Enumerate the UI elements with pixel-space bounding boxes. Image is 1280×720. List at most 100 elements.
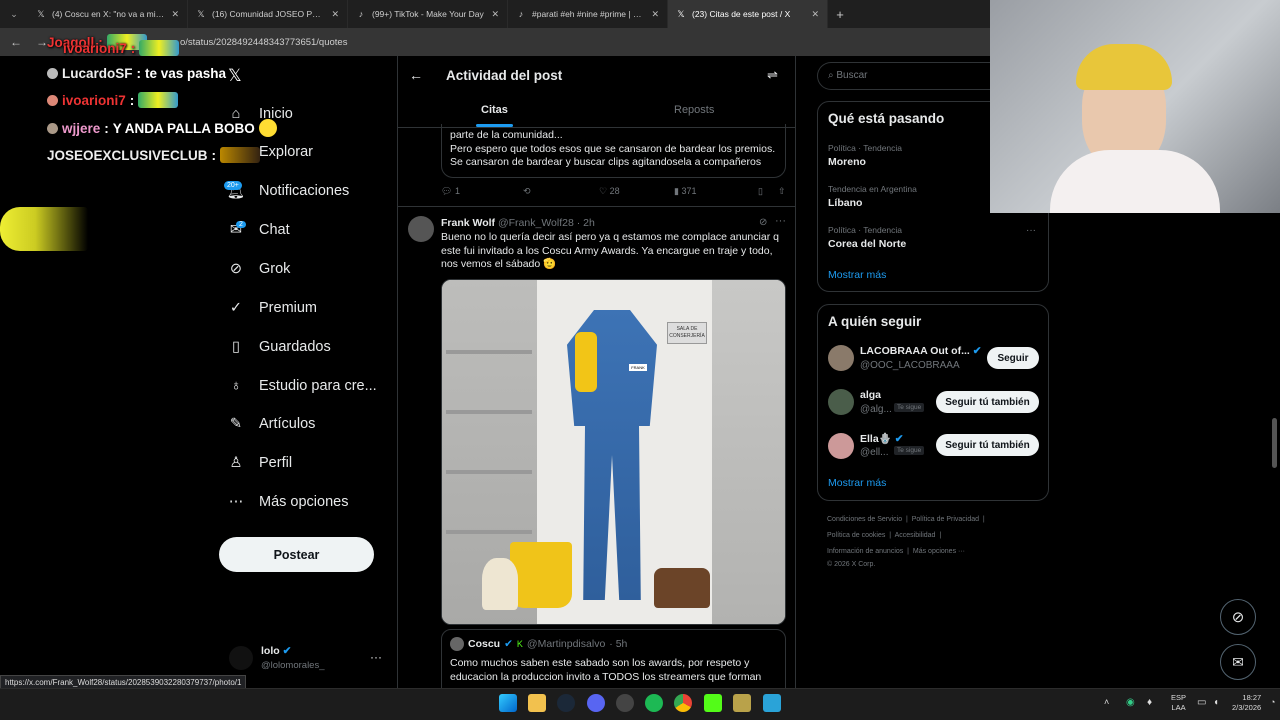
chrome-icon[interactable] — [674, 694, 692, 712]
sidebar-item-guardados[interactable]: ▯ Guardados — [227, 338, 331, 356]
follow-name[interactable]: Ella🪬 ✔ — [860, 432, 904, 445]
trend-item[interactable]: Líbano — [828, 197, 862, 209]
x-logo-icon: 𝕏 — [197, 9, 205, 19]
notepad-icon[interactable] — [763, 694, 781, 712]
trend-item[interactable]: Corea del Norte — [828, 238, 906, 250]
browser-tab[interactable]: ♪ (99+) TikTok - Make Your Day ✕ — [348, 0, 508, 28]
sidebar-item-más-opciones[interactable]: ⋯ Más opciones — [227, 493, 349, 511]
footer-link[interactable]: Información de anuncios — [827, 548, 903, 555]
volume-icon[interactable]: ◖ — [1213, 697, 1219, 708]
steam-icon[interactable] — [557, 694, 575, 712]
app-icon[interactable] — [733, 694, 751, 712]
kick-icon[interactable] — [704, 694, 722, 712]
back-arrow-icon[interactable]: ← — [8, 35, 24, 49]
bookmark-icon: ▯ — [232, 339, 240, 355]
share-button[interactable]: ⇧ — [778, 186, 786, 197]
user-badge-icon — [47, 94, 58, 106]
chevron-up-icon[interactable]: ˄ — [1104, 697, 1109, 707]
studio-icon: ♁ — [230, 378, 242, 394]
url-field[interactable]: o/status/2028492448343773651/quotes — [180, 37, 347, 48]
footer-link[interactable]: Condiciones de Servicio — [827, 516, 902, 523]
follow-name[interactable]: alga — [860, 389, 881, 401]
more-icon[interactable]: ··· — [370, 650, 382, 664]
search-input[interactable]: ⌕ Buscar — [817, 62, 992, 90]
account-name[interactable]: lolo ✔ — [261, 645, 291, 657]
tray-icon[interactable]: ◉ — [1126, 697, 1135, 708]
messages-floating-button[interactable]: ✉ — [1220, 644, 1256, 680]
avatar[interactable] — [828, 389, 854, 415]
discord-icon[interactable] — [587, 694, 605, 712]
filter-icon[interactable]: ⇌ — [767, 67, 778, 83]
follow-button[interactable]: Seguir tú también — [936, 434, 1039, 456]
back-arrow-icon[interactable]: ← — [409, 67, 423, 83]
repost-button[interactable]: ⟲ — [523, 186, 599, 197]
avatar[interactable] — [408, 216, 434, 242]
tab-citas[interactable]: Citas — [481, 104, 508, 116]
grok-icon: ⊘ — [1231, 609, 1245, 626]
sidebar-item-premium[interactable]: ✓ Premium — [227, 299, 317, 317]
post-image[interactable]: SALA DE CONSERJERÍA FRANK — [441, 279, 786, 625]
show-more-link[interactable]: Mostrar más — [828, 477, 886, 489]
avatar[interactable] — [229, 646, 253, 670]
browser-tab[interactable]: 𝕏 (16) Comunidad JOSEO PRIME ✕ — [188, 0, 348, 28]
close-icon[interactable]: ✕ — [651, 9, 659, 20]
footer-link[interactable]: Más opciones ··· — [913, 548, 965, 555]
avatar[interactable] — [828, 345, 854, 371]
grok-icon[interactable]: ⊘ — [759, 217, 767, 228]
more-icon[interactable]: ··· — [1026, 225, 1036, 236]
windows-start-icon[interactable] — [499, 694, 517, 712]
footer-links: Política de cookies | Accesibilidad | — [827, 532, 942, 539]
post-actions: 💬︎ 1 ⟲ ♡ 28 ▮ 371 ▯ ⇧ — [441, 186, 786, 197]
sidebar-item-grok[interactable]: ⊘ Grok — [227, 260, 291, 278]
x-logo-icon[interactable]: 𝕏 — [228, 66, 242, 86]
more-icon[interactable]: ··· — [775, 215, 786, 227]
file-explorer-icon[interactable] — [528, 694, 546, 712]
footer-link[interactable]: Política de cookies — [827, 532, 885, 539]
spotify-icon[interactable] — [645, 694, 663, 712]
follow-button[interactable]: Seguir — [987, 347, 1039, 369]
sidebar-item-label: Estudio para cre... — [259, 378, 377, 394]
new-tab-button[interactable]: + — [828, 7, 852, 22]
footer-link[interactable]: Accesibilidad — [895, 532, 936, 539]
bucket-image — [510, 542, 572, 608]
browser-tab-active[interactable]: 𝕏 (23) Citas de este post / X ✕ — [668, 0, 828, 28]
scrollbar[interactable] — [1272, 418, 1277, 468]
quoted-post-card[interactable]: parte de la comunidad... Pero espero que… — [441, 124, 786, 178]
footer-link[interactable]: Política de Privacidad — [912, 516, 979, 523]
trend-item[interactable]: Moreno — [828, 156, 866, 168]
follow-name[interactable]: LACOBRAAA Out of... ✔ — [860, 345, 982, 357]
language-indicator[interactable]: ESP LAA — [1171, 693, 1186, 713]
sidebar-item-estudio-para-cre[interactable]: ♁ Estudio para cre... — [227, 377, 377, 395]
sidebar-item-notificaciones[interactable]: 🔔︎ Notificaciones — [227, 182, 349, 200]
user-badge-icon — [47, 68, 58, 79]
grok-floating-button[interactable]: ⊘ — [1220, 599, 1256, 635]
close-icon[interactable]: ✕ — [491, 9, 499, 20]
person-icon: ♙ — [229, 455, 243, 471]
post-author[interactable]: Frank Wolf @Frank_Wolf28 · 2h — [441, 217, 595, 229]
bookmark-button[interactable]: ▯ — [758, 186, 778, 197]
post-button[interactable]: Postear — [219, 537, 374, 572]
follow-button[interactable]: Seguir tú también — [936, 391, 1039, 413]
close-icon[interactable]: ✕ — [171, 9, 179, 20]
browser-tab[interactable]: 𝕏(4) Coscu en X: "no va a mirar fijo...✕ — [28, 0, 188, 28]
browser-tab[interactable]: ♪ #parati #eh #nine #prime | mel... ✕ — [508, 0, 668, 28]
reply-button[interactable]: 💬︎ 1 — [441, 186, 523, 197]
obs-icon[interactable] — [616, 694, 634, 712]
sidebar-item-artículos[interactable]: ✎ Artículos — [227, 415, 316, 433]
close-icon[interactable]: ✕ — [331, 9, 339, 20]
like-button[interactable]: ♡ 28 — [599, 186, 674, 197]
bell-icon[interactable]: ◔ — [1270, 697, 1275, 707]
show-more-link[interactable]: Mostrar más — [828, 269, 886, 281]
views-button[interactable]: ▮ 371 — [674, 186, 758, 197]
mic-icon[interactable]: ♦ — [1147, 697, 1152, 708]
minion-emote-icon — [0, 207, 88, 251]
tab-reposts[interactable]: Reposts — [674, 104, 714, 116]
avatar[interactable] — [828, 433, 854, 459]
network-icon[interactable]: ▭ — [1197, 697, 1206, 708]
close-icon[interactable]: ✕ — [811, 9, 819, 20]
sidebar-item-perfil[interactable]: ♙ Perfil — [227, 454, 293, 472]
follow-title: A quién seguir — [828, 314, 922, 329]
tab-list-icon[interactable]: ⌄ — [0, 9, 28, 20]
sidebar-item-label: Explorar — [259, 144, 313, 160]
clock[interactable]: 18:27 2/3/2026 — [1232, 693, 1261, 713]
